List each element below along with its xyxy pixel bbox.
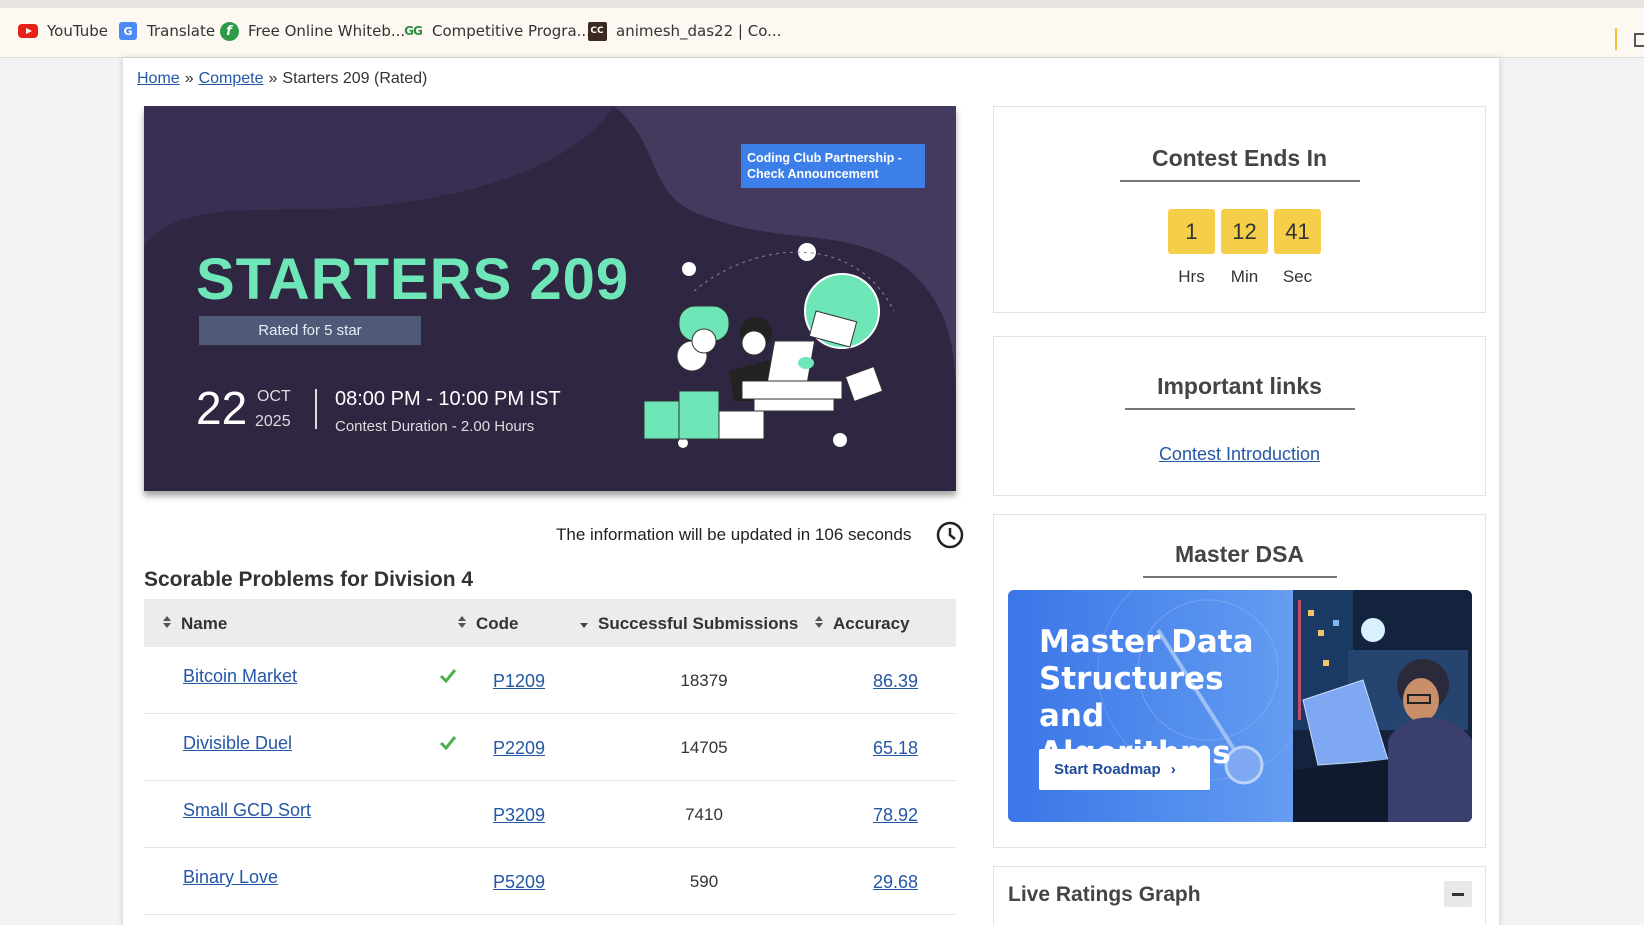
problem-code-link[interactable]: P2209	[493, 738, 545, 759]
collapse-button[interactable]	[1444, 881, 1472, 907]
successful-submissions: 14705	[680, 738, 728, 757]
successful-submissions: 7410	[685, 805, 723, 824]
hours-box: 1	[1168, 209, 1215, 254]
translate-icon: G	[118, 22, 138, 40]
contest-duration: Contest Duration - 2.00 Hours	[335, 418, 535, 435]
header-submissions[interactable]: Successful Submissions	[598, 614, 798, 634]
successful-submissions: 18379	[680, 671, 728, 690]
contest-introduction-link[interactable]: Contest Introduction	[994, 444, 1485, 465]
browser-top-strip	[0, 0, 1644, 8]
bookmark-codechef-profile[interactable]: CC animesh_das22 | Co...	[587, 21, 781, 41]
bookmark-competitive-programming[interactable]: GG Competitive Progra...	[403, 22, 591, 40]
master-dsa-title: Master DSA	[1174, 541, 1305, 567]
contest-year: 2025	[255, 413, 291, 430]
solved-check-icon	[439, 736, 457, 751]
bookmark-youtube[interactable]: YouTube	[18, 22, 108, 40]
start-roadmap-button[interactable]: Start Roadmap ›	[1039, 749, 1210, 790]
table-row: Small GCD Sort P3209 7410 78.92	[144, 781, 956, 848]
problem-code-link[interactable]: P1209	[493, 671, 545, 692]
breadcrumb-home-link[interactable]: Home	[137, 70, 180, 87]
solved-check-icon	[439, 669, 457, 684]
important-links-card: Important links Contest Introduction	[993, 336, 1486, 496]
problems-table: Name Code Successful Submissions Accurac…	[144, 599, 956, 915]
seconds-label: Sec	[1282, 267, 1313, 286]
partnership-announcement-tag[interactable]: Coding Club Partnership - Check Announce…	[741, 144, 925, 188]
problem-name-link[interactable]: Binary Love	[183, 867, 278, 888]
date-divider	[315, 389, 317, 429]
contest-day: 22	[196, 382, 248, 434]
header-accuracy[interactable]: Accuracy	[833, 614, 910, 634]
live-ratings-card: Live Ratings Graph	[993, 866, 1486, 925]
master-dsa-underline	[1142, 576, 1337, 578]
programmer-at-night-illustration	[1293, 590, 1472, 822]
geeksforgeeks-icon: GG	[404, 24, 423, 38]
table-header: Name Code Successful Submissions Accurac…	[144, 599, 956, 647]
accuracy-link[interactable]: 29.68	[873, 872, 918, 893]
bookmark-whiteboard[interactable]: f Free Online Whiteb...	[219, 21, 405, 41]
successful-submissions: 590	[689, 872, 719, 891]
rated-badge: Rated for 5 star	[199, 316, 421, 345]
breadcrumb-compete-link[interactable]: Compete	[199, 70, 264, 87]
hours-label: Hrs	[1178, 267, 1205, 286]
seconds-box: 41	[1274, 209, 1321, 254]
contest-title: STARTERS 209	[196, 247, 630, 312]
youtube-icon	[18, 22, 38, 40]
update-notice: The information will be updated in 106 s…	[556, 525, 912, 544]
start-roadmap-label: Start Roadmap	[1054, 761, 1161, 778]
table-row: Binary Love P5209 590 29.68	[144, 848, 956, 915]
minutes-box: 12	[1221, 209, 1268, 254]
breadcrumb: Home» Compete» Starters 209 (Rated)	[137, 70, 428, 87]
problems-section-title: Scorable Problems for Division 4	[144, 568, 474, 591]
sort-name-icon[interactable]	[163, 616, 171, 630]
table-row: Bitcoin Market P1209 18379 86.39	[144, 647, 956, 714]
dsa-promo-banner[interactable]: Master Data Structures and Algorithms St…	[1008, 590, 1472, 822]
accuracy-link[interactable]: 86.39	[873, 671, 918, 692]
problem-code-link[interactable]: P5209	[493, 872, 545, 893]
master-dsa-card: Master DSA Master Data Structures and Al…	[993, 514, 1486, 848]
important-links-underline	[1124, 408, 1355, 410]
countdown-labels: Hrs Min Sec	[1168, 267, 1321, 287]
accuracy-link[interactable]: 78.92	[873, 805, 918, 826]
countdown-title: Contest Ends In	[1151, 145, 1328, 171]
important-links-title: Important links	[1157, 373, 1322, 399]
whiteboard-icon: f	[219, 21, 239, 41]
countdown-timer: 1 12 41	[1168, 209, 1321, 254]
countdown-card: Contest Ends In 1 12 41 Hrs Min Sec	[993, 106, 1486, 313]
live-ratings-title: Live Ratings Graph	[1008, 883, 1201, 906]
contest-time: 08:00 PM - 10:00 PM IST	[335, 388, 561, 410]
coder-illustration	[643, 243, 895, 448]
problem-code-link[interactable]: P3209	[493, 805, 545, 826]
breadcrumb-current: Starters 209 (Rated)	[282, 70, 428, 87]
sort-accuracy-icon[interactable]	[815, 616, 823, 630]
header-code[interactable]: Code	[476, 614, 519, 634]
accuracy-link[interactable]: 65.18	[873, 738, 918, 759]
clock-icon	[936, 521, 964, 549]
problem-name-link[interactable]: Small GCD Sort	[183, 800, 311, 821]
problem-name-link[interactable]: Bitcoin Market	[183, 666, 297, 687]
bookmarks-divider	[1615, 28, 1617, 50]
table-row: Divisible Duel P2209 14705 65.18	[144, 714, 956, 781]
bookmark-folder-icon[interactable]	[1634, 33, 1644, 47]
bookmarks-bar: YouTube G Translate f Free Online Whiteb…	[0, 8, 1644, 58]
sort-submissions-desc-icon[interactable]	[580, 623, 588, 628]
contest-banner: Coding Club Partnership - Check Announce…	[144, 106, 956, 491]
countdown-title-underline	[1119, 180, 1360, 182]
problem-name-link[interactable]: Divisible Duel	[183, 733, 292, 754]
bookmark-translate[interactable]: G Translate	[118, 22, 215, 40]
chevron-right-icon: ›	[1170, 761, 1176, 778]
contest-page: Home» Compete» Starters 209 (Rated) Coding…	[123, 58, 1499, 925]
sort-code-icon[interactable]	[458, 616, 466, 630]
contest-month: OCT	[257, 388, 291, 405]
codechef-icon: CC	[587, 21, 607, 41]
minutes-label: Min	[1230, 267, 1259, 286]
header-name[interactable]: Name	[181, 614, 227, 634]
